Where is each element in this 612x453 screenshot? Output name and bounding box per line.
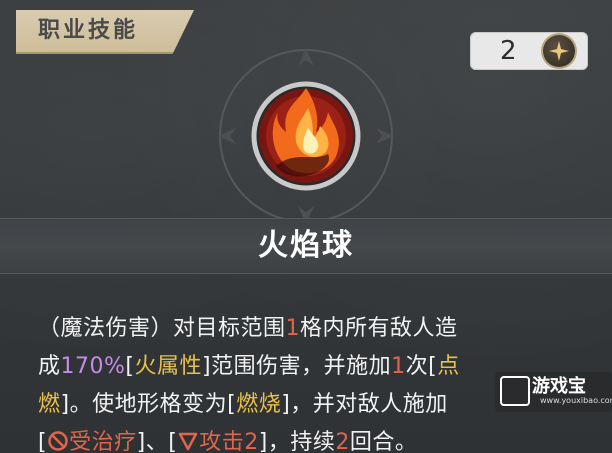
- desc-text: ]范围伤害，并施加: [202, 354, 392, 379]
- desc-text: ]。使地形格变为[: [60, 392, 237, 417]
- desc-percent: 170%: [60, 354, 126, 379]
- desc-debuff: 受治疗: [69, 430, 137, 453]
- attack-down-icon: [177, 427, 199, 453]
- desc-keyword: 燃烧: [236, 392, 282, 417]
- desc-text: ]，并对敌人施加: [281, 392, 448, 417]
- skill-card: 职业技能 2 火焰球 （魔法伤害）对目标范围1格内所有敌人造 成170%[火属性…: [0, 0, 612, 453]
- desc-keyword: 燃: [38, 392, 61, 417]
- description-line-4: [受治疗]、[攻击2]，持续2回合。: [38, 424, 598, 453]
- desc-keyword: 火属性: [134, 354, 203, 379]
- watermark-name: 游戏宝: [532, 376, 586, 397]
- header-title: 职业技能: [38, 18, 139, 43]
- cost-value: 2: [500, 36, 517, 66]
- desc-text: 回合。: [349, 430, 418, 453]
- desc-text: [: [125, 354, 135, 379]
- description-line-1: （魔法伤害）对目标范围1格内所有敌人造: [38, 310, 598, 348]
- desc-debuff: 攻击: [199, 430, 245, 453]
- desc-number: 2: [335, 430, 350, 453]
- desc-text: 成: [38, 354, 61, 379]
- star-gem-icon: [543, 35, 575, 67]
- desc-number: 1: [391, 354, 406, 379]
- desc-number: 1: [285, 316, 301, 341]
- fireball-icon: [218, 48, 394, 224]
- desc-text: 次[: [405, 354, 438, 379]
- desc-text: [: [38, 430, 48, 453]
- desc-number: 2: [244, 430, 259, 453]
- desc-text: ]，持续: [258, 430, 336, 453]
- desc-text: 格内所有敌人造: [300, 316, 458, 341]
- no-heal-icon: [47, 427, 69, 453]
- desc-text: （魔法伤害）对目标范围: [38, 316, 286, 341]
- watermark-logo-icon: [500, 376, 530, 406]
- skill-name: 火焰球: [258, 228, 354, 263]
- watermark-url: www.youxibao.com: [540, 396, 612, 405]
- desc-text: ]、[: [136, 430, 178, 453]
- desc-keyword: 点: [437, 354, 460, 379]
